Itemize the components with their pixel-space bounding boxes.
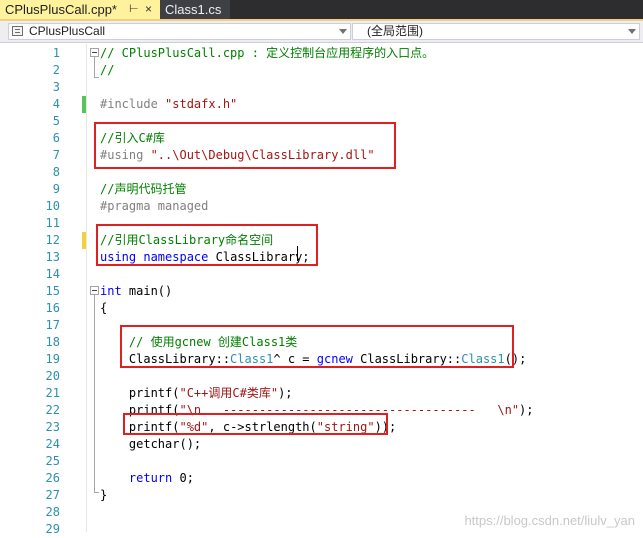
change-marker [82, 232, 86, 249]
watermark: https://blog.csdn.net/liulv_yan [464, 513, 635, 528]
highlight-box-using-dll [94, 122, 396, 169]
pin-icon[interactable]: ⊢ [129, 0, 139, 19]
code-token: #pragma managed [100, 199, 209, 213]
change-marker [82, 96, 86, 113]
line-number: 21 [45, 386, 60, 400]
project-scope-dropdown[interactable]: CPlusPlusCall [8, 23, 351, 40]
code-line[interactable]: // [100, 62, 114, 79]
code-token: int [100, 284, 122, 298]
chevron-down-icon [339, 29, 347, 34]
code-line[interactable]: //声明代码托管 [100, 181, 186, 198]
document-tab-bar: CPlusPlusCall.cpp* ⊢ × Class1.cs [0, 0, 643, 21]
code-token: getchar(); [100, 437, 202, 451]
code-line[interactable]: #pragma managed [100, 198, 208, 215]
line-number: 20 [45, 369, 60, 383]
tab-class1-cs[interactable]: Class1.cs [160, 0, 230, 19]
line-number: 26 [45, 471, 60, 485]
code-token: return [128, 471, 173, 485]
line-number: 9 [52, 182, 60, 196]
project-icon [12, 26, 23, 36]
line-number: 18 [45, 335, 60, 349]
chevron-down-icon [628, 29, 636, 34]
line-number: 22 [45, 403, 60, 417]
member-scope-dropdown[interactable]: (全局范围) [352, 23, 640, 40]
close-icon[interactable]: × [145, 0, 152, 19]
code-token: } [100, 488, 108, 502]
line-number: 19 [45, 352, 60, 366]
gutter-separator [86, 44, 87, 532]
highlight-box-namespace [96, 224, 318, 266]
code-token: "C++调用C#类库" [179, 386, 279, 400]
code-editor[interactable]: 1 // CPlusPlusCall.cpp : 定义控制台应用程序的入口点。 2 /… [0, 44, 643, 536]
line-number: 4 [52, 97, 60, 111]
line-number: 17 [45, 318, 60, 332]
highlight-box-printf [123, 413, 388, 435]
code-line[interactable]: #include "stdafx.h" [100, 96, 237, 113]
highlight-box-gcnew [120, 325, 514, 368]
fold-end [94, 77, 99, 78]
code-token: printf( [100, 386, 180, 400]
line-number: 24 [45, 437, 60, 451]
collapse-icon[interactable] [90, 48, 99, 57]
line-number: 3 [52, 80, 60, 94]
code-line[interactable]: int main() [100, 283, 172, 300]
collapse-icon[interactable] [90, 286, 99, 295]
line-number: 25 [45, 454, 60, 468]
code-token: //声明代码托管 [100, 182, 187, 196]
line-number: 8 [52, 165, 60, 179]
code-token: // CPlusPlusCall.cpp : 定义控制台应用程序的入口点。 [100, 46, 435, 60]
line-number: 2 [52, 63, 60, 77]
member-scope-value: (全局范围) [367, 24, 423, 38]
code-token: // [100, 63, 115, 77]
line-number: 10 [45, 199, 60, 213]
project-scope-value: CPlusPlusCall [29, 24, 106, 38]
tab-cpluspluscall-cpp[interactable]: CPlusPlusCall.cpp* ⊢ × [0, 0, 160, 19]
code-line[interactable]: return 0; [100, 470, 194, 487]
tab-label: CPlusPlusCall.cpp* [5, 2, 117, 17]
code-token: ); [519, 403, 534, 417]
line-number: 11 [45, 216, 60, 230]
line-number: 5 [52, 114, 60, 128]
line-number: 15 [45, 284, 60, 298]
line-number: 28 [45, 505, 60, 519]
code-token: "stdafx.h" [165, 97, 238, 111]
fold-line [94, 57, 95, 78]
line-number: 14 [45, 267, 60, 281]
code-token: 0; [172, 471, 194, 485]
line-number: 6 [52, 131, 60, 145]
line-number: 16 [45, 301, 60, 315]
line-number: 12 [45, 233, 60, 247]
code-token: main() [121, 284, 173, 298]
code-line[interactable]: { [100, 300, 107, 317]
code-line[interactable]: getchar(); [100, 436, 201, 453]
tab-label: Class1.cs [165, 2, 222, 17]
text-caret [297, 246, 298, 261]
code-line[interactable]: printf("C++调用C#类库"); [100, 385, 293, 402]
line-number: 23 [45, 420, 60, 434]
fold-line [94, 295, 95, 493]
line-number: 7 [52, 148, 60, 162]
code-line[interactable]: } [100, 487, 107, 504]
fold-end [94, 492, 99, 493]
line-number: 13 [45, 250, 60, 264]
code-token: { [100, 301, 108, 315]
code-line[interactable]: // CPlusPlusCall.cpp : 定义控制台应用程序的入口点。 [100, 45, 434, 62]
navigation-bar: CPlusPlusCall (全局范围) [0, 21, 643, 43]
line-number: 29 [45, 522, 60, 536]
code-token: #include [100, 97, 166, 111]
line-number: 1 [52, 46, 60, 60]
line-number: 27 [45, 488, 60, 502]
code-token: ); [278, 386, 293, 400]
